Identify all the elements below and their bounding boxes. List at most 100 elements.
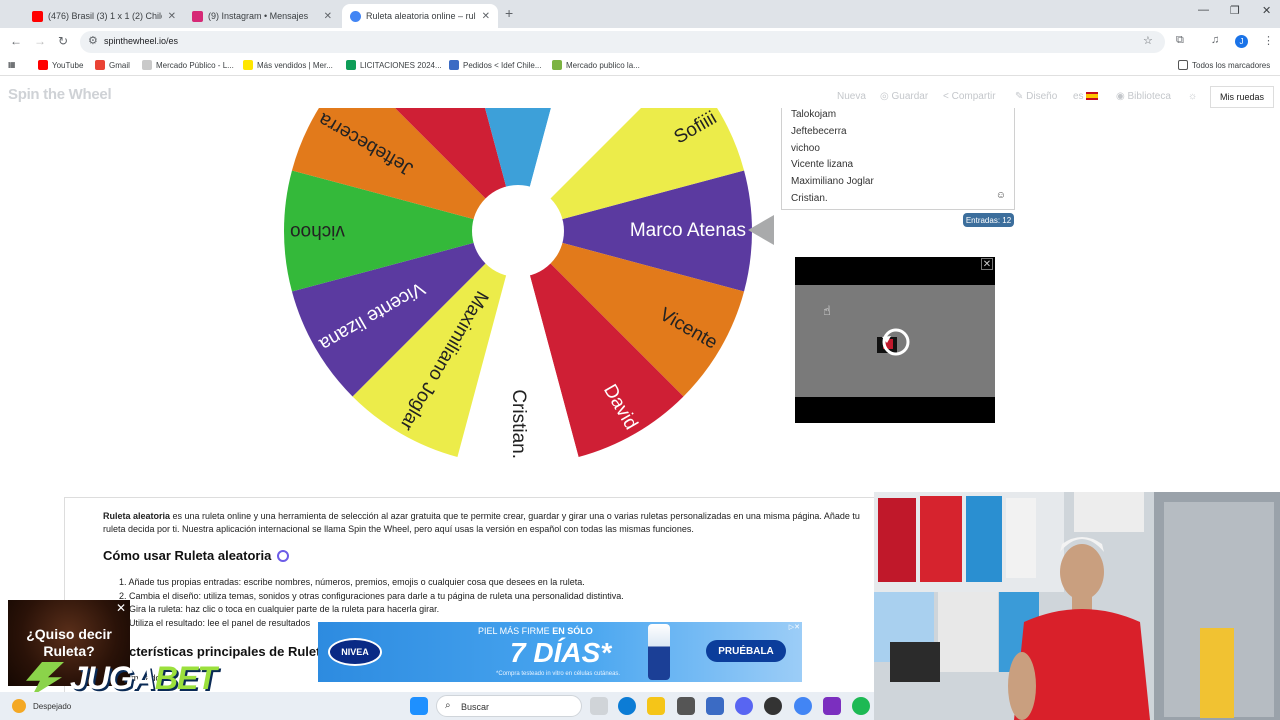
weather-icon[interactable] xyxy=(12,699,26,713)
bookmark-licitaciones[interactable]: LICITACIONES 2024... xyxy=(346,60,442,70)
entry-item[interactable]: Talokojam xyxy=(791,109,836,120)
maximize-button[interactable]: ❐ xyxy=(1230,4,1240,17)
entry-item[interactable]: Cristian. xyxy=(791,193,828,204)
save-icon: ◎ xyxy=(880,91,892,102)
new-tab-button[interactable]: + xyxy=(505,5,513,21)
sheets-icon xyxy=(346,60,356,70)
extensions-icon[interactable]: ⧉ xyxy=(1176,34,1184,47)
bookmark-youtube[interactable]: YouTube xyxy=(38,60,83,70)
video-ad[interactable]: ✕ xyxy=(795,257,995,423)
address-bar[interactable]: ⚙ spinthewheel.io/es xyxy=(80,31,1165,53)
nivea-logo: NIVEA xyxy=(328,638,382,666)
close-icon[interactable]: ✕ xyxy=(168,11,176,22)
entry-item[interactable]: vichoo xyxy=(791,143,820,154)
bookmark-mas-vendidos[interactable]: Más vendidos | Mer... xyxy=(243,60,333,70)
theme-toggle-icon[interactable]: ☼ xyxy=(1188,91,1197,102)
save-button[interactable]: ◎ Guardar xyxy=(880,91,928,102)
share-button[interactable]: < Compartir xyxy=(943,91,996,102)
menu-icon[interactable]: ⋮ xyxy=(1263,34,1274,47)
emoji-picker-icon[interactable]: ☺ xyxy=(996,190,1006,201)
spin-wheel[interactable]: Marco AtenasVicenteDavidCristian.Maximil… xyxy=(250,108,780,478)
entry-item[interactable]: Jeftebecerra xyxy=(791,126,847,137)
profile-avatar[interactable]: J xyxy=(1235,35,1248,48)
edge-icon[interactable] xyxy=(618,697,636,715)
reload-button[interactable]: ↻ xyxy=(58,34,68,48)
new-wheel-button[interactable]: Nueva xyxy=(837,91,866,102)
entries-count-badge: Entradas: 12 xyxy=(963,213,1014,227)
adchoices-icon[interactable]: ▷✕ xyxy=(789,623,800,631)
screen: (476) Brasil (3) 1 x 1 (2) Chile • ✕ (9)… xyxy=(0,0,1280,720)
back-button[interactable]: ← xyxy=(10,34,22,48)
close-icon[interactable]: ✕ xyxy=(114,601,128,615)
list-item: 1. Añade tus propias entradas: escribe n… xyxy=(119,577,585,587)
bookmark-label: Pedidos < Idef Chile... xyxy=(463,60,542,70)
site-info-icon[interactable]: ⚙ xyxy=(88,34,98,47)
language-label: es xyxy=(1073,91,1084,102)
bookmark-mercado-publico-la[interactable]: Mercado publico la... xyxy=(552,60,640,70)
my-wheels-button[interactable]: Mis ruedas xyxy=(1210,86,1274,108)
library-button[interactable]: ◉ Biblioteca xyxy=(1116,91,1171,102)
tab-instagram[interactable]: (9) Instagram • Mensajes ✕ xyxy=(184,4,340,28)
save-label: Guardar xyxy=(891,91,929,102)
app-icon[interactable] xyxy=(706,697,724,715)
ad-cta-button[interactable]: PRUÉBALA xyxy=(706,640,786,662)
minimize-button[interactable]: — xyxy=(1198,4,1209,16)
page-icon xyxy=(142,60,152,70)
close-icon[interactable]: ✕ xyxy=(482,11,490,22)
page-icon xyxy=(552,60,562,70)
discord-icon[interactable] xyxy=(735,697,753,715)
search-icon: ⌕ xyxy=(445,700,451,711)
bookmark-label: Más vendidos | Mer... xyxy=(257,60,333,70)
entries-list[interactable]: Talokojam Jeftebecerra vichoo Vicente li… xyxy=(781,108,1015,210)
intro-text: es una ruleta online y una herramienta d… xyxy=(103,511,860,534)
tab-label: Ruleta aleatoria online – ruleta xyxy=(366,11,476,21)
forward-button[interactable]: → xyxy=(34,34,46,48)
apps-icon[interactable]: ▦ xyxy=(8,60,16,69)
file-explorer-icon[interactable] xyxy=(647,697,665,715)
webcam-image xyxy=(874,492,1280,720)
tab-youtube[interactable]: (476) Brasil (3) 1 x 1 (2) Chile • ✕ xyxy=(24,4,184,28)
design-button[interactable]: ✎ Diseño xyxy=(1015,91,1057,102)
app-icon[interactable] xyxy=(823,697,841,715)
ad-days: 7 DÍAS* xyxy=(510,637,612,668)
language-button[interactable]: es xyxy=(1073,91,1099,102)
task-view-icon[interactable] xyxy=(590,697,608,715)
store-icon[interactable] xyxy=(677,697,695,715)
spain-flag-icon xyxy=(1086,92,1099,101)
bookmark-label: Gmail xyxy=(109,60,130,70)
github-icon[interactable] xyxy=(764,697,782,715)
bookmark-label: Mercado Público - L... xyxy=(156,60,234,70)
wheel-center[interactable] xyxy=(472,185,564,277)
chrome-icon[interactable] xyxy=(794,697,812,715)
tab-label: (476) Brasil (3) 1 x 1 (2) Chile • xyxy=(48,11,162,21)
replay-icon[interactable] xyxy=(877,327,913,359)
jugabet-overlay: ¿Quiso decir Ruleta? ✕ JUGABET xyxy=(0,600,272,696)
entry-item[interactable]: Vicente lizana xyxy=(791,159,853,170)
bookmark-pedidos[interactable]: Pedidos < Idef Chile... xyxy=(449,60,542,70)
brand-b: BET xyxy=(154,660,217,696)
bookmark-gmail[interactable]: Gmail xyxy=(95,60,130,70)
window-close-button[interactable]: ✕ xyxy=(1262,4,1271,17)
close-icon[interactable]: ✕ xyxy=(981,258,993,270)
windows-start-icon[interactable] xyxy=(410,697,428,715)
all-bookmarks[interactable]: Todos los marcadores xyxy=(1178,60,1270,70)
spotify-icon[interactable] xyxy=(852,697,870,715)
tab-ruleta[interactable]: Ruleta aleatoria online – ruleta ✕ xyxy=(342,4,498,28)
app-logo[interactable]: Spin the Wheel xyxy=(8,86,112,103)
taskbar-search[interactable]: ⌕ Buscar xyxy=(436,695,582,717)
bookmark-mercado-publico[interactable]: Mercado Público - L... xyxy=(142,60,234,70)
bookmark-star-icon[interactable]: ☆ xyxy=(1143,34,1153,47)
how-to-heading: Cómo usar Ruleta aleatoria xyxy=(103,548,290,563)
media-icon[interactable]: ♫ xyxy=(1211,34,1219,46)
instagram-icon xyxy=(192,10,203,22)
entry-item[interactable]: Maximiliano Joglar xyxy=(791,176,874,187)
nivea-banner-ad[interactable]: NIVEA PIEL MÁS FIRME EN SÓLO 7 DÍAS* *Co… xyxy=(318,622,802,682)
weather-text[interactable]: Despejado xyxy=(33,702,71,711)
overlay-question: ¿Quiso decir Ruleta? xyxy=(26,626,112,659)
share-icon: < xyxy=(943,91,952,102)
windows-taskbar: Despejado ⌕ Buscar xyxy=(0,692,874,720)
folder-icon xyxy=(1178,60,1188,70)
intro-paragraph: Ruleta aleatoria es una ruleta online y … xyxy=(103,510,883,536)
search-placeholder: Buscar xyxy=(461,702,490,712)
close-icon[interactable]: ✕ xyxy=(324,11,332,22)
